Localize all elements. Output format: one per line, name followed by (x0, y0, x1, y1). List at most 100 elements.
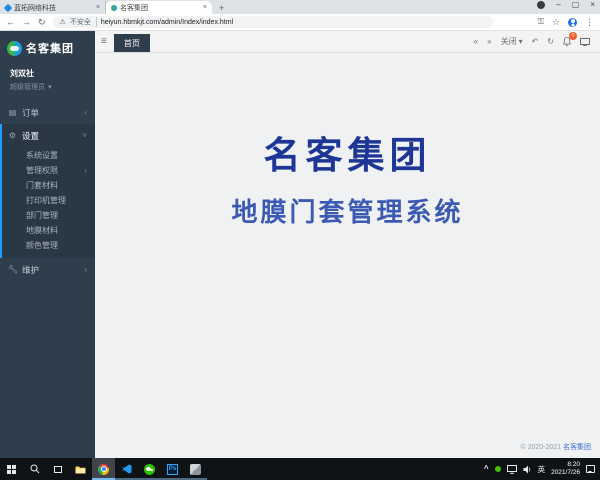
chrome-button[interactable] (92, 458, 115, 480)
sidebar-item-maintenance[interactable]: 🔧︎ 维护 ‹ (0, 258, 95, 281)
scroll-tabs-left-icon[interactable]: « (474, 38, 478, 46)
action-center-icon[interactable] (586, 465, 595, 473)
scroll-tabs-right-icon[interactable]: » (487, 38, 491, 46)
wechat-button[interactable] (138, 458, 161, 480)
hamburger-icon[interactable]: ≡ (101, 37, 107, 47)
fullscreen-icon[interactable] (580, 38, 590, 46)
task-view-button[interactable] (46, 458, 69, 480)
wechat-icon (144, 464, 155, 475)
sidebar-item-film-materials[interactable]: 地膜材料 (2, 223, 95, 238)
sidebar-nav: ▤ 订单 ‹ ⚙ 设置 ˅ 系统设置 管理权限 ‹ (0, 101, 95, 281)
sidebar-item-color-mgmt[interactable]: 颜色管理 (2, 238, 95, 253)
page-title: 名客集团 (264, 125, 432, 179)
ime-indicator[interactable]: 英 (538, 464, 546, 475)
search-button[interactable] (23, 458, 46, 480)
password-key-icon[interactable]: ⚿ (538, 18, 544, 26)
browser-toolbar: ← → ↻ ⚠ 不安全 heiyun.hbmkjt.com/admin/Inde… (0, 14, 600, 31)
submenu-label: 部门管理 (26, 210, 58, 221)
sidebar-item-printer-mgmt[interactable]: 打印机管理 (2, 193, 95, 208)
start-button[interactable] (0, 458, 23, 480)
app-button[interactable] (184, 458, 207, 480)
submenu-label: 颜色管理 (26, 240, 58, 251)
submenu-label: 系统设置 (26, 150, 58, 161)
bookmark-star-icon[interactable]: ☆ (552, 18, 560, 27)
notification-bell-icon[interactable]: 0 (563, 37, 571, 46)
window-maximize-button[interactable]: ▢ (572, 1, 580, 9)
browser-tab-2[interactable]: 名客集团 × (106, 1, 212, 14)
user-role-label: 超级管理员 (10, 82, 45, 92)
clock-date: 2021/7/26 (551, 469, 580, 477)
content: 名客集团 地膜门套管理系统 © 2020-2021 名客集团 (95, 53, 600, 458)
tab1-close-icon[interactable]: × (96, 4, 100, 11)
settings-submenu: 系统设置 管理权限 ‹ 门套材料 打印机管理 部门管理 (2, 147, 95, 258)
volume-icon[interactable] (523, 465, 532, 474)
tray-expand-icon[interactable]: ^ (484, 465, 489, 473)
copyright-link[interactable]: 名客集团 (563, 444, 591, 451)
new-tab-button[interactable]: + (219, 3, 224, 13)
close-tabs-dropdown[interactable]: 关闭 ▾ (501, 36, 523, 47)
page-subtitle: 地膜门套管理系统 (231, 192, 463, 229)
submenu-label: 地膜材料 (26, 225, 58, 236)
wechat-tray-icon[interactable] (495, 466, 501, 472)
chevron-down-icon: ▾ (48, 83, 52, 91)
menu-dots-icon[interactable]: ⋮ (585, 18, 594, 27)
user-role-dropdown[interactable]: 超级管理员 ▾ (10, 82, 85, 92)
sidebar-item-system-settings[interactable]: 系统设置 (2, 148, 95, 163)
chevron-down-icon: ˅ (82, 131, 87, 140)
window-minimize-button[interactable]: – (556, 1, 560, 9)
brand-name: 名客集团 (26, 40, 74, 56)
sidebar: 名客集团 刘双社 超级管理员 ▾ ▤ 订单 ‹ ⚙ 设置 ˅ (0, 31, 95, 458)
notification-badge: 0 (569, 32, 577, 40)
tab2-favicon-icon (111, 5, 117, 11)
close-dropdown-label: 关闭 (501, 36, 517, 47)
browser-profile-badge[interactable] (537, 1, 545, 9)
sidebar-item-orders[interactable]: ▤ 订单 ‹ (0, 101, 95, 124)
tab2-close-icon[interactable]: × (203, 4, 207, 11)
tab1-title: 蓝拓网络科技 (14, 3, 93, 13)
orders-list-icon: ▤ (8, 108, 17, 117)
back-arrow-icon[interactable]: ↶ (532, 38, 539, 46)
gear-icon: ⚙ (8, 131, 17, 140)
copyright: © 2020-2021 名客集团 (520, 442, 591, 452)
wrench-icon: 🔧︎ (8, 265, 17, 274)
sidebar-item-door-materials[interactable]: 门套材料 (2, 178, 95, 193)
network-icon[interactable] (507, 465, 517, 474)
profile-avatar-icon[interactable] (568, 18, 577, 27)
security-warning-icon[interactable]: ⚠ (60, 18, 66, 26)
file-explorer-button[interactable] (69, 458, 92, 480)
security-label[interactable]: 不安全 (70, 17, 97, 27)
tab-home[interactable]: 首页 (114, 34, 150, 52)
chevron-left-icon: ‹ (84, 265, 87, 274)
app-icon (190, 464, 201, 475)
submenu-label: 打印机管理 (26, 195, 66, 206)
taskbar-clock[interactable]: 8:20 2021/7/26 (551, 461, 580, 478)
user-name: 刘双社 (10, 68, 85, 79)
windows-taskbar: Ps ^ 英 8:20 2021/7/26 (0, 458, 600, 480)
brand: 名客集团 (0, 31, 95, 61)
url-text[interactable]: heiyun.hbmkjt.com/admin/Index/index.html (101, 19, 233, 26)
copyright-text: © 2020-2021 (520, 444, 561, 451)
chevron-left-icon: ‹ (84, 108, 87, 117)
reload-icon[interactable]: ↻ (38, 18, 46, 27)
sidebar-item-department-mgmt[interactable]: 部门管理 (2, 208, 95, 223)
vscode-button[interactable] (115, 458, 138, 480)
address-bar[interactable]: ⚠ 不安全 heiyun.hbmkjt.com/admin/Index/inde… (53, 16, 493, 28)
refresh-icon[interactable]: ↻ (547, 38, 554, 46)
window-close-button[interactable]: × (590, 1, 595, 9)
submenu-label: 门套材料 (26, 180, 58, 191)
forward-icon[interactable]: → (22, 18, 31, 27)
sidebar-item-permissions[interactable]: 管理权限 ‹ (2, 163, 95, 178)
tab1-favicon-icon (4, 3, 12, 11)
settings-label: 设置 (22, 130, 39, 142)
maintenance-label: 维护 (22, 264, 39, 276)
photoshop-button[interactable]: Ps (161, 458, 184, 480)
admin-topbar: ≡ 首页 « » 关闭 ▾ ↶ ↻ 0 (95, 31, 600, 53)
home-tab-label: 首页 (124, 38, 140, 49)
sidebar-item-settings[interactable]: ⚙ 设置 ˅ (2, 124, 95, 147)
admin-page: 名客集团 刘双社 超级管理员 ▾ ▤ 订单 ‹ ⚙ 设置 ˅ (0, 31, 600, 458)
tab2-title: 名客集团 (120, 3, 200, 13)
browser-tab-1[interactable]: 蓝拓网络科技 × (0, 1, 106, 14)
chevron-left-icon: ‹ (84, 166, 87, 175)
back-icon[interactable]: ← (6, 18, 15, 27)
browser-tab-strip: 蓝拓网络科技 × 名客集团 × + – ▢ × (0, 0, 600, 14)
